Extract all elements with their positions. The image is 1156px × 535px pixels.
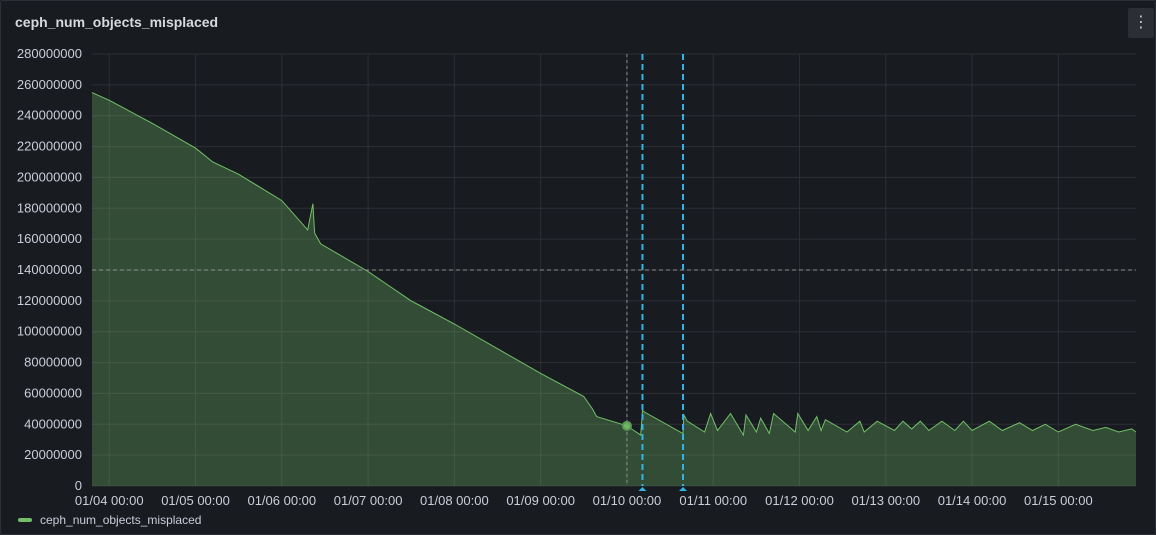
y-tick-label: 100000000 [17, 324, 82, 339]
y-tick-label: 280000000 [17, 46, 82, 61]
x-tick-label: 01/10 00:00 [593, 493, 662, 508]
legend-label: ceph_num_objects_misplaced [40, 513, 202, 527]
y-tick-label: 160000000 [17, 231, 82, 246]
x-axis: 01/04 00:00 01/05 00:00 01/06 00:00 01/07 0… [75, 493, 1093, 508]
hover-point [621, 420, 632, 431]
x-tick-label: 01/11 00:00 [679, 493, 747, 508]
y-tick-label: 80000000 [24, 355, 82, 370]
annotation-marker [638, 487, 647, 491]
x-tick-label: 01/05 00:00 [161, 493, 230, 508]
y-tick-label: 40000000 [24, 416, 82, 431]
legend[interactable]: ceph_num_objects_misplaced [18, 513, 201, 527]
y-tick-label: 20000000 [24, 447, 82, 462]
y-tick-label: 220000000 [17, 139, 82, 154]
y-tick-label: 140000000 [17, 262, 82, 277]
series-area [91, 92, 1137, 486]
x-tick-label: 01/04 00:00 [75, 493, 144, 508]
annotation-marker [679, 487, 688, 491]
x-tick-label: 01/08 00:00 [420, 493, 489, 508]
y-tick-label: 120000000 [17, 293, 82, 308]
y-tick-label: 240000000 [17, 108, 82, 123]
y-tick-label: 200000000 [17, 169, 82, 184]
x-tick-label: 01/15 00:00 [1024, 493, 1093, 508]
x-tick-label: 01/12 00:00 [765, 493, 834, 508]
x-tick-label: 01/06 00:00 [247, 493, 316, 508]
x-tick-label: 01/07 00:00 [334, 493, 403, 508]
y-tick-label: 180000000 [17, 200, 82, 215]
y-tick-label: 60000000 [24, 385, 82, 400]
x-tick-label: 01/14 00:00 [938, 493, 1007, 508]
y-tick-label: 0 [75, 478, 82, 493]
chart[interactable]: 280000000 260000000 240000000 220000000 2000… [0, 0, 1156, 535]
x-tick-label: 01/13 00:00 [851, 493, 920, 508]
y-axis: 280000000 260000000 240000000 220000000 2000… [17, 46, 82, 493]
x-tick-label: 01/09 00:00 [506, 493, 575, 508]
legend-swatch [18, 518, 32, 522]
y-tick-label: 260000000 [17, 77, 82, 92]
